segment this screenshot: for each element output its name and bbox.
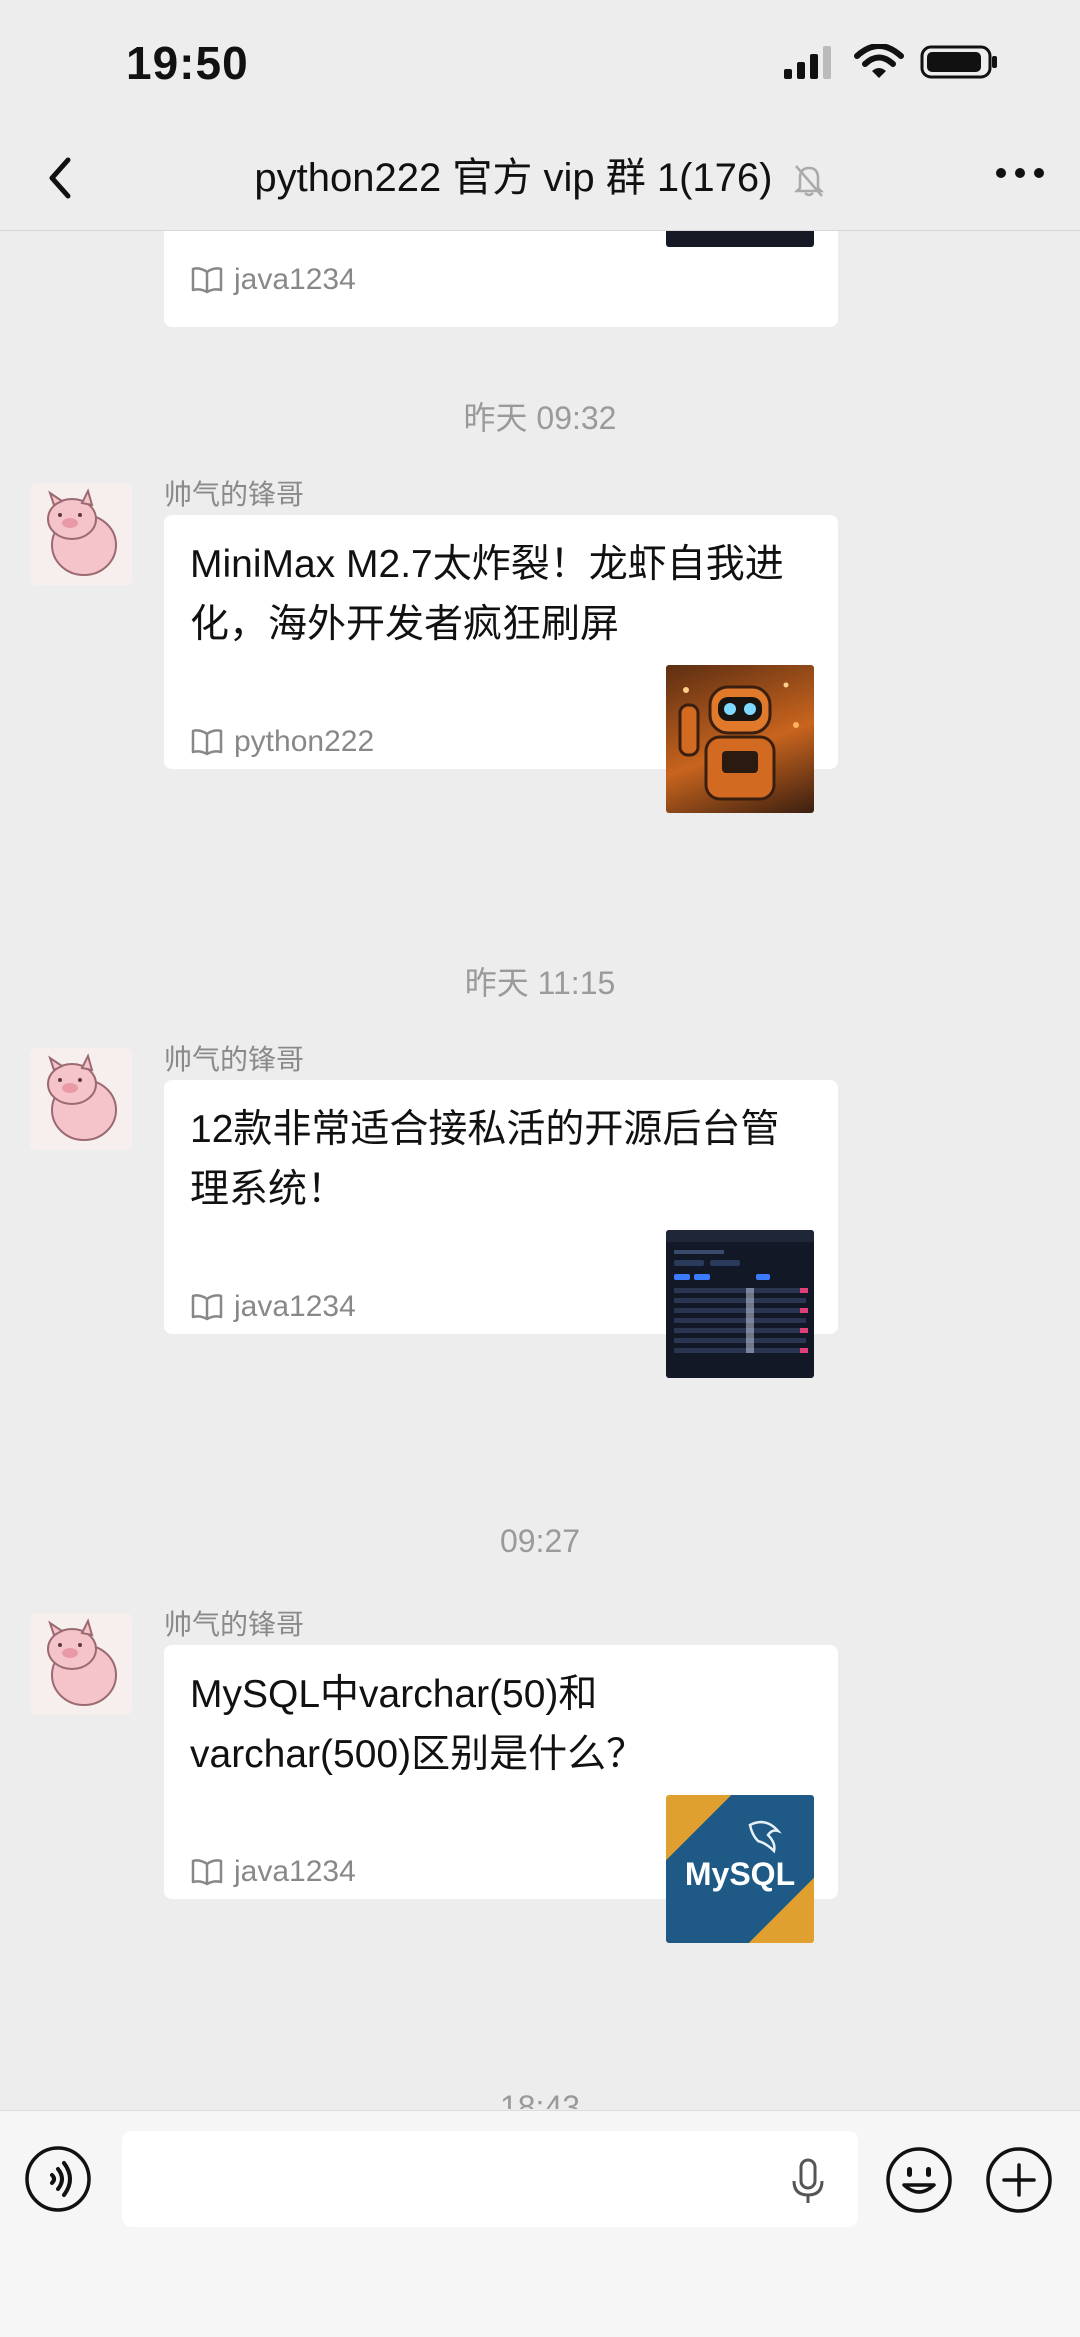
- plus-icon[interactable]: [984, 2145, 1054, 2215]
- chat-list[interactable]: java1234 昨天 09:32 帅气的锋哥 MiniMax M2.7太炸裂！…: [0, 231, 1080, 2109]
- book-icon: [191, 1294, 223, 1321]
- article-card[interactable]: MiniMax M2.7太炸裂！龙虾自我进化，海外开发者疯狂刷屏 python2…: [164, 515, 838, 813]
- avatar[interactable]: [30, 1613, 132, 1715]
- article-title: MySQL中varchar(50)和varchar(500)区别是什么？: [190, 1673, 646, 1776]
- article-thumbnail: [666, 231, 814, 247]
- dashboard-image-icon: [666, 1230, 814, 1353]
- article-title: MiniMax M2.7太炸裂！龙虾自我进化，海外开发者疯狂刷屏: [190, 543, 784, 646]
- wifi-icon: [854, 44, 904, 78]
- article-thumbnail: MySQL: [666, 1795, 814, 1943]
- avatar[interactable]: [30, 1048, 132, 1150]
- article-source: python222: [190, 725, 374, 759]
- sender-name: 帅气的锋哥: [164, 1609, 305, 1640]
- article-card[interactable]: 12款非常适合接私活的开源后台管理系统！ java1234: [164, 1080, 838, 1378]
- robot-image-icon: [678, 682, 799, 801]
- signal-icon: [784, 46, 831, 79]
- mic-icon[interactable]: [788, 2157, 828, 2207]
- pig-avatar-icon: [30, 1613, 132, 1715]
- article-source-name: java1234: [234, 1290, 356, 1323]
- article-thumbnail: [666, 1230, 814, 1378]
- status-icons: [782, 44, 1000, 80]
- more-icon[interactable]: [996, 168, 1044, 178]
- article-source-name: java1234: [234, 1855, 356, 1888]
- message-timestamp: 昨天 09:32: [463, 400, 617, 436]
- emoji-icon[interactable]: [884, 2145, 954, 2215]
- article-source-name: python222: [234, 725, 375, 758]
- pig-avatar-icon: [30, 1048, 132, 1150]
- battery-icon: [920, 45, 997, 79]
- sender-name: 帅气的锋哥: [164, 1044, 305, 1075]
- article-card[interactable]: MySQL中varchar(50)和varchar(500)区别是什么？ MyS…: [164, 1645, 838, 1943]
- message-timestamp: 昨天 11:15: [464, 965, 616, 1001]
- article-source: java1234: [190, 263, 356, 297]
- book-icon: [191, 267, 223, 294]
- voice-icon[interactable]: [24, 2145, 92, 2213]
- mysql-logo-text: MySQL: [685, 1856, 795, 1892]
- avatar[interactable]: [30, 483, 132, 585]
- status-time: 19:50: [126, 37, 249, 89]
- sender-name: 帅气的锋哥: [164, 479, 305, 510]
- article-source: java1234: [190, 1290, 356, 1324]
- input-bar: [0, 2110, 1080, 2337]
- mysql-logo-icon: MySQL: [685, 1820, 795, 1892]
- chat-header: python222 官方 vip 群 1(176): [0, 128, 1080, 231]
- group-title: python222 官方 vip 群 1(176): [0, 150, 1080, 206]
- message-input[interactable]: [122, 2131, 858, 2227]
- book-icon: [191, 729, 223, 756]
- book-icon: [191, 1859, 223, 1886]
- article-source: java1234: [190, 1855, 356, 1889]
- article-thumbnail: [666, 665, 814, 813]
- message-timestamp: 18:43: [499, 2089, 581, 2109]
- article-card[interactable]: java1234: [164, 231, 838, 327]
- message-timestamp: 09:27: [499, 1523, 581, 1559]
- bell-off-icon: [793, 165, 824, 198]
- pig-avatar-icon: [30, 483, 132, 585]
- article-source-name: java1234: [234, 263, 356, 296]
- status-bar: 19:50: [0, 0, 1080, 128]
- group-title-text: python222 官方 vip 群 1(176): [254, 156, 773, 200]
- article-title: 12款非常适合接私活的开源后台管理系统！: [190, 1108, 780, 1211]
